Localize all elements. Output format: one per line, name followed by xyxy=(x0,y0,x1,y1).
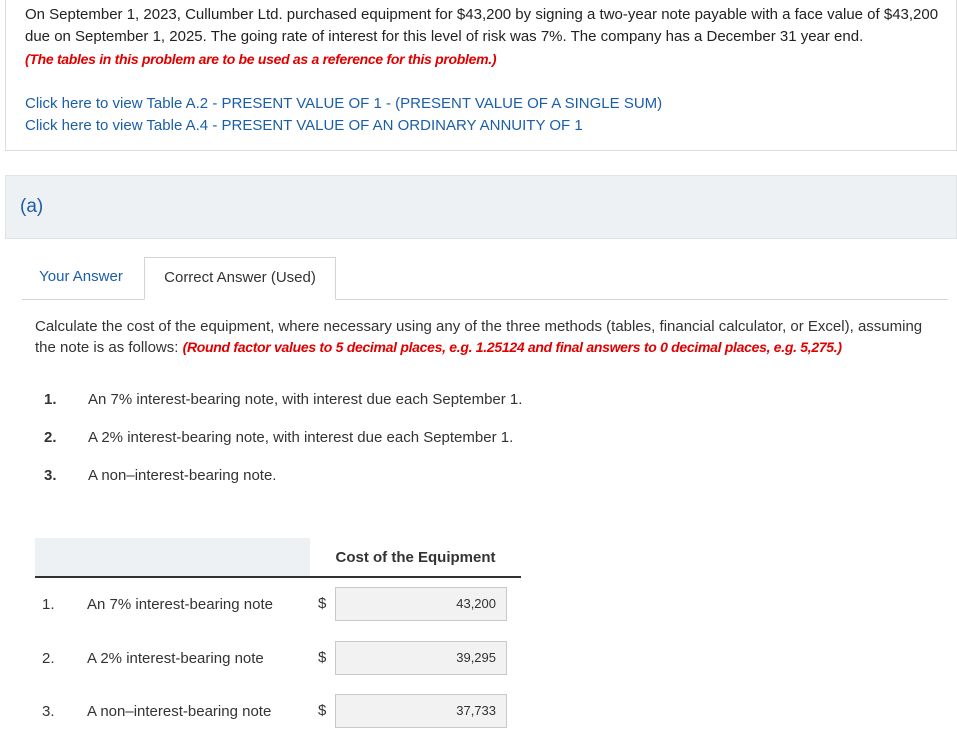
list-item-text: A non–interest-bearing note. xyxy=(88,467,277,484)
problem-note: (The tables in this problem are to be us… xyxy=(25,51,497,67)
rounding-note: (Round factor values to 5 decimal places… xyxy=(182,339,842,355)
list-item: 1. An 7% interest-bearing note, with inte… xyxy=(44,391,522,408)
part-header: (a) xyxy=(5,175,957,239)
row-label: An 7% interest-bearing note xyxy=(87,596,273,613)
tab-correct-answer[interactable]: Correct Answer (Used) xyxy=(144,257,336,300)
table-a4-link[interactable]: Click here to view Table A.4 - PRESENT V… xyxy=(25,115,662,137)
answer-field[interactable]: 37,733 xyxy=(335,694,507,728)
problem-box: On September 1, 2023, Cullumber Ltd. pur… xyxy=(5,0,957,151)
list-item-number: 1. xyxy=(44,391,57,408)
tab-your-answer[interactable]: Your Answer xyxy=(22,257,140,299)
dollar-sign: $ xyxy=(318,702,327,719)
dollar-sign: $ xyxy=(318,649,327,666)
list-item-number: 3. xyxy=(44,467,57,484)
list-item-number: 2. xyxy=(44,429,57,446)
row-number: 3. xyxy=(42,703,55,720)
table-a2-link[interactable]: Click here to view Table A.2 - PRESENT V… xyxy=(25,93,662,115)
instructions: Calculate the cost of the equipment, whe… xyxy=(35,316,945,358)
dollar-sign: $ xyxy=(318,595,327,612)
row-label: A non–interest-bearing note xyxy=(87,703,272,720)
row-number: 2. xyxy=(42,650,55,667)
problem-statement: On September 1, 2023, Cullumber Ltd. pur… xyxy=(25,4,955,71)
answer-field[interactable]: 43,200 xyxy=(335,587,507,621)
table-row: 3. A non–interest-bearing note $ 37,733 xyxy=(35,694,521,730)
part-label: (a) xyxy=(20,196,44,217)
answer-field[interactable]: 39,295 xyxy=(335,641,507,675)
table-row: 1. An 7% interest-bearing note $ 43,200 xyxy=(35,587,521,623)
list-item: 3. A non–interest-bearing note. xyxy=(44,467,276,484)
table-row: 2. A 2% interest-bearing note $ 39,295 xyxy=(35,641,521,677)
reference-links: Click here to view Table A.2 - PRESENT V… xyxy=(25,93,662,137)
answer-table-header: Cost of the Equipment xyxy=(35,538,521,578)
answer-tabs: Your Answer Correct Answer (Used) xyxy=(22,257,948,300)
cost-column-header: Cost of the Equipment xyxy=(310,538,521,576)
row-label: A 2% interest-bearing note xyxy=(87,650,264,667)
list-item-text: A 2% interest-bearing note, with interes… xyxy=(88,429,514,446)
problem-text: On September 1, 2023, Cullumber Ltd. pur… xyxy=(25,6,939,45)
list-item: 2. A 2% interest-bearing note, with inter… xyxy=(44,429,513,446)
row-number: 1. xyxy=(42,596,55,613)
list-item-text: An 7% interest-bearing note, with intere… xyxy=(88,391,523,408)
